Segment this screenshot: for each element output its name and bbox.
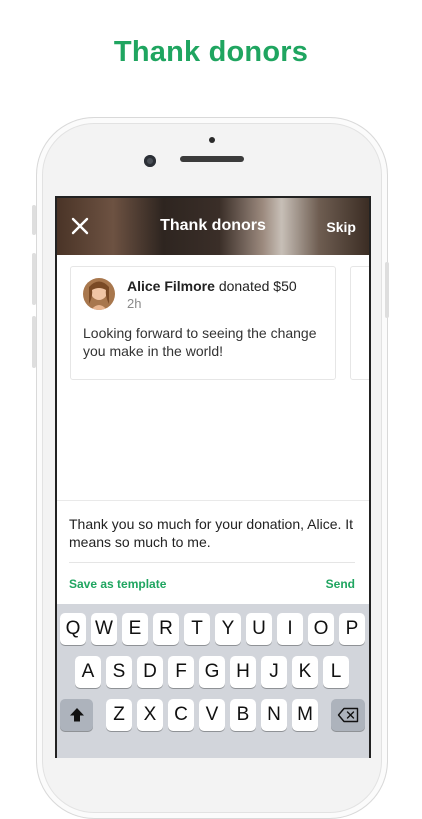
key-o[interactable]: O bbox=[308, 613, 334, 645]
key-x[interactable]: X bbox=[137, 699, 163, 731]
earpiece-speaker bbox=[180, 156, 244, 162]
key-a[interactable]: A bbox=[75, 656, 101, 688]
key-r[interactable]: R bbox=[153, 613, 179, 645]
skip-button[interactable]: Skip bbox=[326, 219, 356, 235]
donation-card[interactable]: Alice Filmore donated $50 2h Looking for… bbox=[70, 266, 336, 380]
side-button bbox=[32, 316, 36, 368]
backspace-icon bbox=[337, 707, 359, 723]
key-v[interactable]: V bbox=[199, 699, 225, 731]
key-u[interactable]: U bbox=[246, 613, 272, 645]
divider bbox=[57, 500, 369, 501]
thank-you-message-input[interactable]: Thank you so much for your donation, Ali… bbox=[69, 515, 359, 551]
key-y[interactable]: Y bbox=[215, 613, 241, 645]
side-button bbox=[385, 262, 389, 318]
key-z[interactable]: Z bbox=[106, 699, 132, 731]
key-b[interactable]: B bbox=[230, 699, 256, 731]
donor-name: Alice Filmore bbox=[127, 278, 215, 294]
nav-bar: Thank donors Skip bbox=[57, 198, 369, 255]
close-icon[interactable] bbox=[68, 214, 92, 238]
next-donation-card[interactable] bbox=[350, 266, 369, 380]
key-d[interactable]: D bbox=[137, 656, 163, 688]
front-sensor bbox=[209, 137, 215, 143]
keyboard: Q W E R T Y U I O P A S D F G H J K L Z … bbox=[57, 604, 369, 758]
backspace-key[interactable] bbox=[331, 699, 365, 731]
shift-key[interactable] bbox=[60, 699, 93, 731]
nav-title: Thank donors bbox=[160, 217, 266, 234]
front-camera bbox=[144, 155, 156, 167]
side-button bbox=[32, 205, 36, 235]
key-e[interactable]: E bbox=[122, 613, 148, 645]
key-p[interactable]: P bbox=[339, 613, 365, 645]
save-as-template-button[interactable]: Save as template bbox=[69, 577, 166, 591]
divider bbox=[69, 562, 355, 563]
key-m[interactable]: M bbox=[292, 699, 318, 731]
send-button[interactable]: Send bbox=[326, 577, 355, 591]
key-s[interactable]: S bbox=[106, 656, 132, 688]
donor-message: Looking forward to seeing the change you… bbox=[83, 325, 317, 359]
key-q[interactable]: Q bbox=[60, 613, 86, 645]
key-l[interactable]: L bbox=[323, 656, 349, 688]
key-h[interactable]: H bbox=[230, 656, 256, 688]
donation-time: 2h bbox=[127, 296, 142, 311]
key-j[interactable]: J bbox=[261, 656, 287, 688]
key-i[interactable]: I bbox=[277, 613, 303, 645]
donor-line: Alice Filmore donated $50 bbox=[127, 278, 297, 294]
key-f[interactable]: F bbox=[168, 656, 194, 688]
app-screen: Thank donors Skip Alice Filmore donated … bbox=[55, 196, 371, 758]
side-button bbox=[32, 253, 36, 305]
promo-title: Thank donors bbox=[113, 36, 309, 68]
donation-action: donated $50 bbox=[218, 278, 297, 294]
key-c[interactable]: C bbox=[168, 699, 194, 731]
key-k[interactable]: K bbox=[292, 656, 318, 688]
key-g[interactable]: G bbox=[199, 656, 225, 688]
key-w[interactable]: W bbox=[91, 613, 117, 645]
avatar bbox=[83, 278, 115, 310]
key-t[interactable]: T bbox=[184, 613, 210, 645]
shift-icon bbox=[69, 708, 84, 722]
key-n[interactable]: N bbox=[261, 699, 287, 731]
